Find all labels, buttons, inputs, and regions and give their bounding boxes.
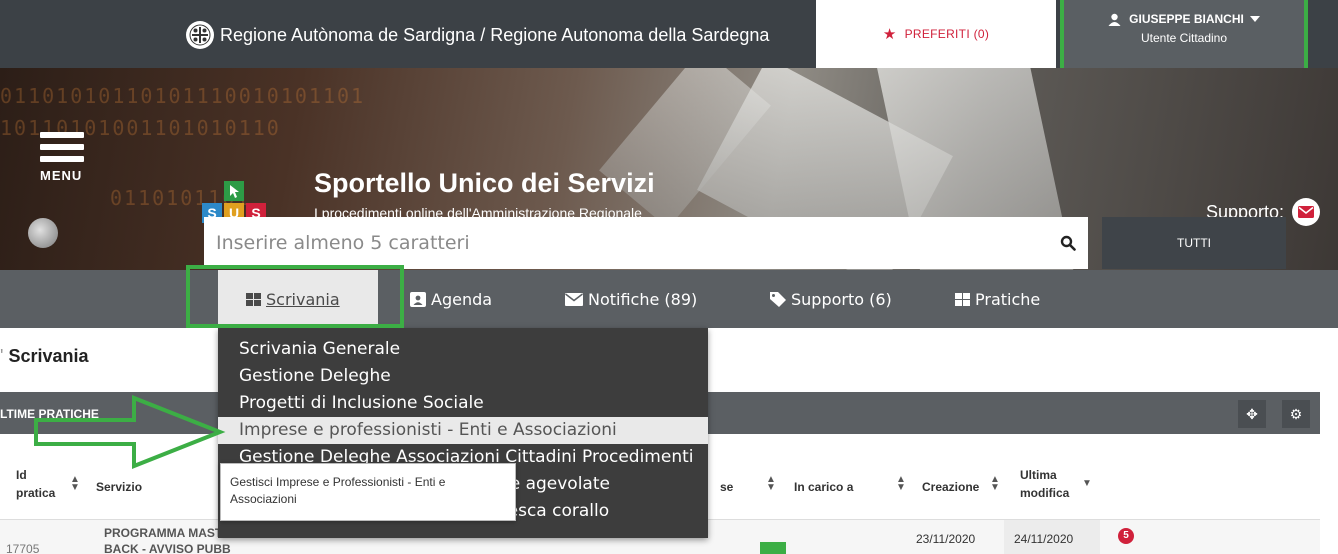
tab-notifiche[interactable]: Notifiche (89) [565, 270, 697, 328]
region-brand[interactable]: Regione Autònoma de Sardigna / Regione A… [186, 20, 769, 50]
contact-card-icon [410, 291, 426, 307]
sort-icon[interactable]: ▲ ▼ [990, 475, 1000, 493]
star-icon: ★ [882, 26, 897, 43]
annotation-arrow-icon [34, 395, 226, 469]
notification-count-badge[interactable]: 5 [1118, 528, 1134, 544]
mail-icon [1292, 198, 1320, 226]
tab-pratiche[interactable]: Pratiche [955, 270, 1040, 328]
top-bar: Regione Autònoma de Sardigna / Regione A… [0, 0, 1338, 75]
tab-agenda-label: Agenda [431, 289, 493, 309]
cell-id: 17705 [6, 542, 40, 554]
user-name-row: GIUSEPPE BIANCHI [1064, 12, 1304, 26]
tab-supporto-label: Supporto (6) [791, 289, 892, 309]
favorites-label: PREFERITI (0) [904, 27, 990, 41]
highlight-box-scrivania [186, 265, 404, 328]
col-stato[interactable]: se [720, 480, 733, 494]
move-icon: ✥ [1246, 405, 1258, 422]
sort-icon[interactable]: ▲ ▼ [70, 475, 80, 493]
region-crest-icon [186, 21, 214, 49]
favorites-button[interactable]: ★ PREFERITI (0) [816, 0, 1056, 68]
cursor-icon [224, 181, 244, 201]
search-icon [1060, 235, 1076, 251]
col-in-carico[interactable]: In carico a [794, 480, 853, 494]
menu-item-imprese-professionisti[interactable]: Imprese e professionisti - Enti e Associ… [218, 417, 708, 444]
tag-icon [770, 291, 786, 307]
menu-button[interactable]: MENU [40, 132, 84, 183]
col-ultima-line2[interactable]: modifica [1020, 486, 1069, 500]
menu-item-inclusione-sociale[interactable]: Progetti di Inclusione Sociale [218, 390, 708, 417]
gear-icon: ⚙ [1289, 405, 1303, 422]
page: Regione Autònoma de Sardigna / Regione A… [0, 0, 1338, 554]
decorative-knob [28, 218, 58, 248]
menu-item-tooltip: Gestisci Imprese e Professionisti - Enti… [220, 463, 516, 521]
status-badge [760, 542, 786, 554]
tab-supporto[interactable]: Supporto (6) [770, 270, 892, 328]
cell-servizio-line2: BACK - AVVISO PUBB [104, 542, 231, 554]
sort-icon[interactable]: ▲ ▼ [896, 475, 906, 493]
sort-icon[interactable]: ▲ ▼ [766, 475, 776, 493]
binary-decoration: 01101010110101110010101101 [0, 84, 366, 108]
col-servizio[interactable]: Servizio [96, 480, 142, 494]
search-button[interactable] [1048, 217, 1088, 269]
tab-pratiche-label: Pratiche [975, 289, 1041, 309]
caret-down-icon [1249, 16, 1260, 22]
cell-ultima-modifica: 24/11/2020 [1004, 520, 1100, 554]
tab-agenda[interactable]: Agenda [410, 270, 492, 328]
user-menu-button[interactable]: GIUSEPPE BIANCHI Utente Cittadino [1060, 0, 1308, 75]
page-title-text: Scrivania [8, 346, 89, 366]
panel-settings-button[interactable]: ⚙ [1282, 400, 1310, 428]
user-role: Utente Cittadino [1140, 31, 1228, 45]
search-input[interactable] [204, 217, 1048, 269]
region-title: Regione Autònoma de Sardigna / Regione A… [220, 24, 770, 45]
move-panel-button[interactable]: ✥ [1238, 400, 1266, 428]
sort-desc-icon[interactable]: ▼ [1082, 479, 1092, 489]
cell-creazione: 23/11/2020 [916, 532, 976, 546]
envelope-icon [565, 292, 583, 306]
search-scope-button[interactable]: TUTTI [1102, 217, 1286, 269]
cell-servizio-line1: PROGRAMMA MAST [104, 526, 223, 540]
col-id-line2[interactable]: pratica [16, 486, 55, 500]
tab-notifiche-label: Notifiche (89) [588, 289, 698, 309]
user-icon [1108, 13, 1121, 26]
user-name: GIUSEPPE BIANCHI [1129, 12, 1244, 26]
menu-label: MENU [40, 168, 83, 183]
site-title: Sportello Unico dei Servizi [314, 168, 655, 198]
col-ultima-line1[interactable]: Ultima [1020, 468, 1057, 482]
menu-item-scrivania-generale[interactable]: Scrivania Generale [218, 336, 708, 363]
col-id-line1[interactable]: Id [16, 468, 27, 482]
col-creazione[interactable]: Creazione [922, 480, 979, 494]
menu-item-gestione-deleghe[interactable]: Gestione Deleghe [218, 363, 708, 390]
grid-icon [955, 292, 970, 306]
page-title: ' Scrivania [0, 346, 89, 366]
